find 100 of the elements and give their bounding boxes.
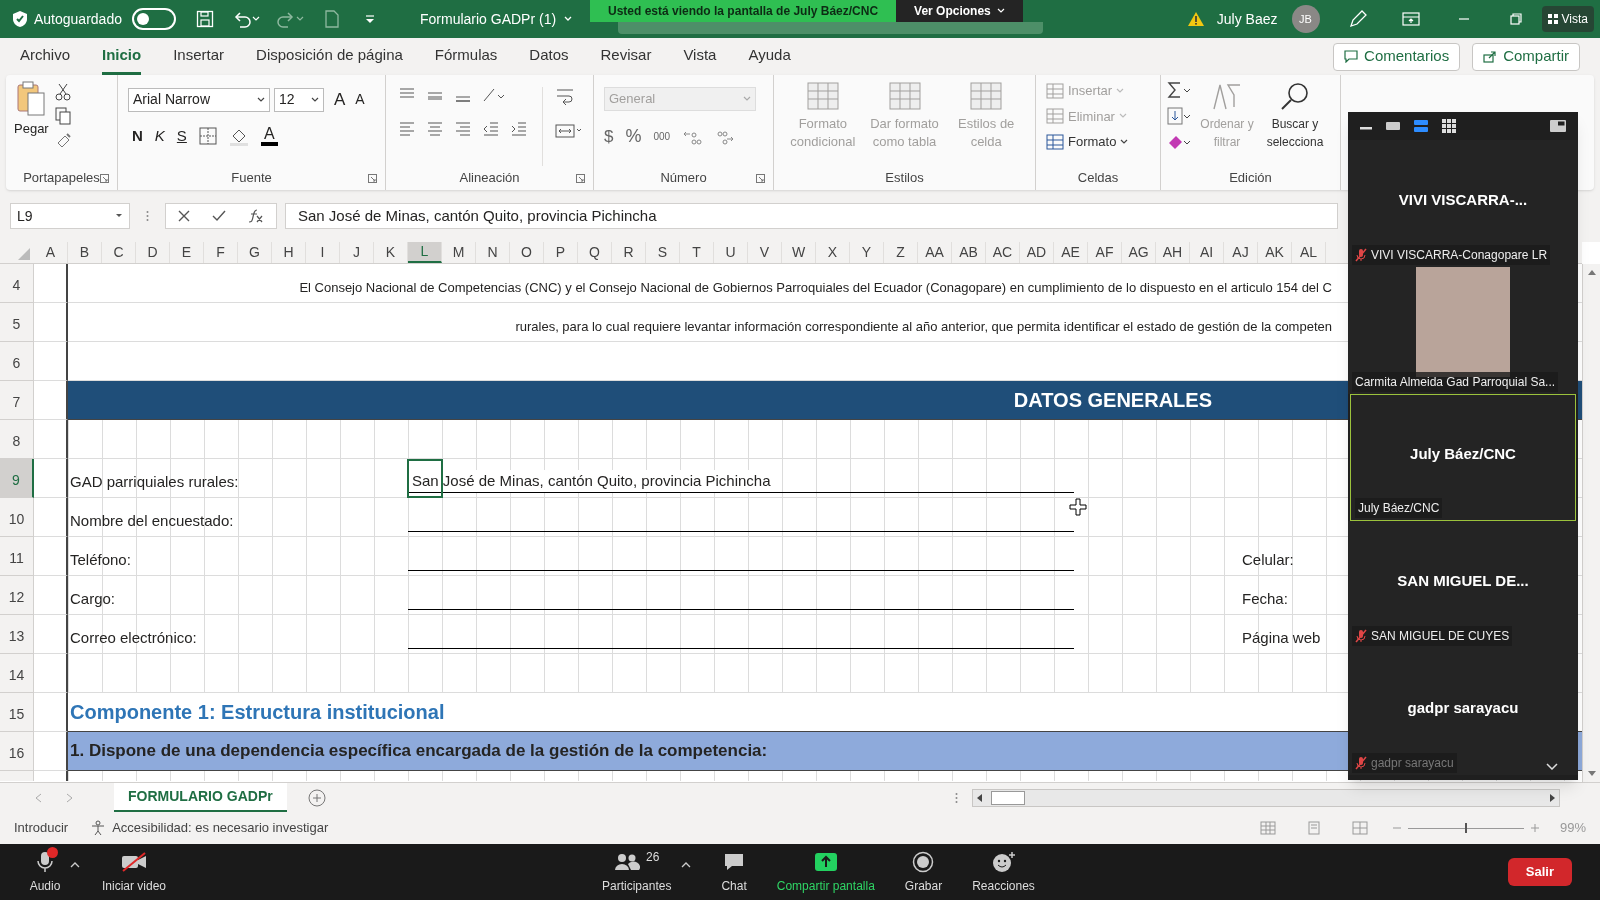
chevron-down-icon[interactable] [1546, 763, 1558, 770]
column-header[interactable]: E [170, 242, 204, 263]
menu-tab[interactable]: Archivo [20, 38, 71, 75]
column-header[interactable]: S [646, 242, 680, 263]
scroll-thumb[interactable] [991, 790, 1025, 805]
zoom-slider[interactable] [1407, 823, 1524, 833]
meeting-audio-button[interactable]: Audio [20, 849, 70, 895]
decrease-font-button[interactable]: A [355, 89, 365, 111]
user-avatar[interactable]: JB [1291, 5, 1320, 33]
caret-up-icon[interactable] [70, 862, 80, 868]
editing-command-button[interactable]: Buscar y selecciona [1263, 81, 1327, 166]
accessibility-status[interactable]: Accesibilidad: es necesario investigar [90, 818, 329, 838]
cancel-icon[interactable] [178, 210, 190, 222]
participant-tile[interactable]: SAN MIGUEL DE... SAN MIGUEL DE CUYES [1348, 521, 1578, 648]
save-icon[interactable] [195, 10, 214, 28]
column-header[interactable]: M [442, 242, 476, 263]
column-header[interactable]: X [816, 242, 850, 263]
column-header[interactable]: Y [850, 242, 884, 263]
column-header[interactable]: AJ [1224, 242, 1258, 263]
row-header[interactable]: 14 [0, 654, 34, 693]
wrap-text-icon[interactable] [555, 87, 575, 105]
zoom-slider-thumb[interactable] [1464, 823, 1467, 833]
column-header[interactable]: AA [918, 242, 952, 263]
column-header[interactable]: G [238, 242, 272, 263]
new-file-icon[interactable] [323, 10, 340, 28]
column-header[interactable]: L [408, 242, 442, 263]
row-header[interactable]: 7 [0, 381, 34, 420]
share-button[interactable]: Compartir [1472, 42, 1580, 71]
row-header[interactable]: 13 [0, 615, 34, 654]
menu-tab[interactable]: Disposición de página [256, 38, 403, 75]
column-header[interactable]: AE [1054, 242, 1088, 263]
strip-view-icon[interactable] [1414, 120, 1428, 132]
meeting-reactions-button[interactable]: Reacciones [972, 849, 1035, 895]
column-header[interactable]: O [510, 242, 544, 263]
participant-tile[interactable]: gadpr sarayacu gadpr sarayacu [1348, 648, 1578, 775]
column-header[interactable]: AL [1292, 242, 1326, 263]
view-button[interactable]: Vista [1541, 6, 1594, 32]
sheet-tab[interactable]: FORMULARIO GADPr [114, 782, 287, 813]
comments-button[interactable]: Comentarios [1333, 42, 1461, 71]
font-color-button[interactable]: A [260, 125, 278, 146]
exit-fullscreen-icon[interactable] [1550, 120, 1566, 132]
scroll-down-icon[interactable] [1586, 770, 1597, 778]
column-header[interactable]: AK [1258, 242, 1292, 263]
row-header[interactable]: 12 [0, 576, 34, 615]
column-header[interactable]: H [272, 242, 306, 263]
meeting-participants-button[interactable]: 26 Participantes [602, 849, 672, 895]
row-header[interactable]: 10 [0, 498, 34, 537]
font-name-field[interactable]: Arial Narrow [128, 87, 270, 112]
ribbon-display-icon[interactable] [1401, 12, 1420, 26]
column-header[interactable]: T [680, 242, 714, 263]
percent-button[interactable]: % [625, 123, 642, 150]
column-header[interactable]: C [102, 242, 136, 263]
column-header[interactable]: J [340, 242, 374, 263]
scroll-up-icon[interactable] [1586, 268, 1597, 276]
increase-indent-icon[interactable] [510, 121, 528, 137]
row-header[interactable]: 9 [0, 459, 34, 498]
speaker-view-icon[interactable] [1386, 121, 1400, 131]
caret-up-icon[interactable] [681, 862, 692, 868]
file-name[interactable]: Formulario GADPr (1) [419, 8, 557, 30]
cells-command-button[interactable]: Formato [1046, 132, 1150, 152]
redo-icon[interactable] [275, 10, 296, 28]
caret-icon[interactable] [1120, 138, 1129, 145]
restore-icon[interactable] [1509, 13, 1522, 25]
input-line[interactable]: San José de Minas, cantón Quito, provincia Pichincha [408, 465, 1074, 493]
column-header[interactable]: AG [1122, 242, 1156, 263]
row-header[interactable]: 5 [0, 303, 34, 342]
search-field[interactable] [618, 22, 1044, 34]
align-left-icon[interactable] [398, 121, 416, 137]
menu-tab[interactable]: Vista [683, 38, 717, 75]
view-options-button[interactable]: Ver Opciones [896, 0, 1023, 22]
column-header[interactable]: AH [1156, 242, 1190, 263]
column-header[interactable]: U [714, 242, 748, 263]
customize-icon[interactable] [363, 13, 376, 25]
column-header[interactable]: I [306, 242, 340, 263]
column-header[interactable]: F [204, 242, 238, 263]
dialog-launcher-icon[interactable] [100, 174, 109, 183]
meeting-record-button[interactable]: Grabar [904, 849, 943, 895]
fill-down-icon[interactable] [1167, 107, 1191, 125]
row-header[interactable]: 6 [0, 342, 34, 381]
thousands-button[interactable]: 000 [653, 129, 671, 144]
align-right-icon[interactable] [454, 121, 472, 137]
row-header[interactable]: 4 [0, 264, 34, 303]
horizontal-scrollbar[interactable] [972, 788, 1560, 807]
borders-icon[interactable] [198, 126, 217, 145]
column-header[interactable]: AC [986, 242, 1020, 263]
currency-button[interactable]: $ [604, 123, 614, 150]
increase-font-button[interactable]: A [334, 87, 346, 113]
meeting-chat-button[interactable]: Chat [721, 849, 747, 895]
menu-tab[interactable]: Datos [529, 38, 569, 75]
column-header[interactable]: AF [1088, 242, 1122, 263]
column-header[interactable]: AB [952, 242, 986, 263]
meeting-video-button[interactable]: Iniciar video [102, 849, 167, 895]
dialog-launcher-icon[interactable] [576, 174, 585, 183]
enter-icon[interactable] [212, 210, 226, 222]
orientation-icon[interactable] [482, 87, 506, 103]
paste-button[interactable]: Pegar [14, 81, 49, 139]
menu-tab[interactable]: Ayuda [748, 38, 791, 75]
column-header[interactable]: A [34, 242, 68, 263]
menu-tab[interactable]: Fórmulas [434, 38, 498, 75]
row-header[interactable]: 11 [0, 537, 34, 576]
